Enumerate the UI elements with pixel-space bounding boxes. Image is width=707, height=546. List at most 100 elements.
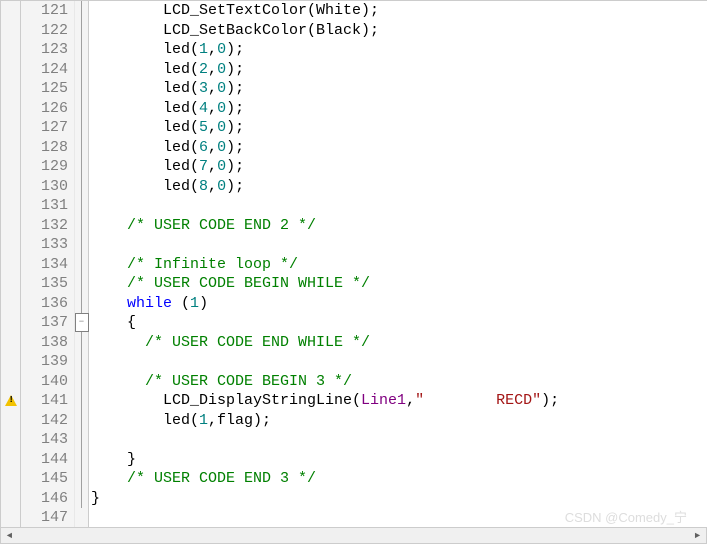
- code-line[interactable]: while (1): [89, 294, 707, 314]
- fold-guide: [75, 40, 89, 59]
- line-number: 145: [21, 469, 68, 489]
- code-line[interactable]: [89, 508, 707, 528]
- line-number: 132: [21, 216, 68, 236]
- code-line[interactable]: /* USER CODE BEGIN WHILE */: [89, 274, 707, 294]
- line-number: 137: [21, 313, 68, 333]
- code-line[interactable]: led(1,flag);: [89, 411, 707, 431]
- line-number: 131: [21, 196, 68, 216]
- code-line[interactable]: }: [89, 450, 707, 470]
- line-number-gutter: 1211221231241251261271281291301311321331…: [21, 1, 75, 527]
- bookmark-slot: [1, 274, 20, 294]
- code-line[interactable]: {: [89, 313, 707, 333]
- fold-guide: [75, 20, 89, 39]
- line-number: 125: [21, 79, 68, 99]
- code-line[interactable]: led(6,0);: [89, 138, 707, 158]
- line-number: 134: [21, 255, 68, 275]
- code-line[interactable]: LCD_DisplayStringLine(Line1," RECD");: [89, 391, 707, 411]
- code-line[interactable]: LCD_SetBackColor(Black);: [89, 21, 707, 41]
- code-line[interactable]: }: [89, 489, 707, 509]
- code-line[interactable]: LCD_SetTextColor(White);: [89, 1, 707, 21]
- fold-collapse-button[interactable]: −: [75, 313, 89, 333]
- bookmark-slot: [1, 372, 20, 392]
- fold-guide: [75, 449, 89, 468]
- line-number: 135: [21, 274, 68, 294]
- fold-guide: [75, 274, 89, 293]
- code-line[interactable]: /* USER CODE END WHILE */: [89, 333, 707, 353]
- scroll-track[interactable]: [18, 528, 689, 543]
- line-number: 130: [21, 177, 68, 197]
- bookmark-slot: [1, 40, 20, 60]
- code-line[interactable]: led(2,0);: [89, 60, 707, 80]
- code-line[interactable]: /* USER CODE END 2 */: [89, 216, 707, 236]
- bookmark-slot: [1, 60, 20, 80]
- line-number: 124: [21, 60, 68, 80]
- bookmark-slot: [1, 79, 20, 99]
- bookmark-slot: [1, 411, 20, 431]
- fold-guide: [75, 79, 89, 98]
- line-number: 133: [21, 235, 68, 255]
- bookmark-slot: [1, 235, 20, 255]
- bookmark-slot: [1, 352, 20, 372]
- bookmark-slot: [1, 255, 20, 275]
- line-number: 138: [21, 333, 68, 353]
- fold-guide: [75, 410, 89, 429]
- bookmark-slot: [1, 177, 20, 197]
- line-number: 140: [21, 372, 68, 392]
- line-number: 123: [21, 40, 68, 60]
- fold-guide: [75, 176, 89, 195]
- line-number: 136: [21, 294, 68, 314]
- bookmark-slot: [1, 313, 20, 333]
- bookmark-slot: [1, 294, 20, 314]
- line-number: 127: [21, 118, 68, 138]
- line-number: 144: [21, 450, 68, 470]
- code-area[interactable]: LCD_SetTextColor(White); LCD_SetBackColo…: [89, 1, 707, 527]
- fold-guide: [75, 137, 89, 156]
- fold-guide: [75, 488, 89, 507]
- bookmark-slot: [1, 508, 20, 528]
- fold-guide: [75, 118, 89, 137]
- code-line[interactable]: [89, 352, 707, 372]
- bookmark-slot: [1, 21, 20, 41]
- code-line[interactable]: led(8,0);: [89, 177, 707, 197]
- code-line[interactable]: [89, 196, 707, 216]
- scroll-left-button[interactable]: ◄: [1, 528, 18, 543]
- fold-guide: [75, 235, 89, 254]
- line-number: 141: [21, 391, 68, 411]
- code-line[interactable]: [89, 430, 707, 450]
- code-editor[interactable]: 1211221231241251261271281291301311321331…: [0, 0, 707, 527]
- fold-guide: [75, 157, 89, 176]
- code-line[interactable]: /* USER CODE BEGIN 3 */: [89, 372, 707, 392]
- code-line[interactable]: led(3,0);: [89, 79, 707, 99]
- line-number: 147: [21, 508, 68, 528]
- bookmark-slot: [1, 99, 20, 119]
- line-number: 146: [21, 489, 68, 509]
- code-line[interactable]: led(5,0);: [89, 118, 707, 138]
- fold-guide: [75, 98, 89, 117]
- fold-guide: [75, 352, 89, 371]
- line-number: 121: [21, 1, 68, 21]
- fold-guide: [75, 469, 89, 488]
- bookmark-slot: [1, 216, 20, 236]
- bookmark-slot: [1, 118, 20, 138]
- fold-guide: [75, 430, 89, 449]
- horizontal-scrollbar[interactable]: ◄ ►: [0, 527, 707, 544]
- bookmark-gutter: [1, 1, 21, 527]
- code-line[interactable]: led(1,0);: [89, 40, 707, 60]
- code-line[interactable]: led(4,0);: [89, 99, 707, 119]
- bookmark-slot: [1, 450, 20, 470]
- line-number: 126: [21, 99, 68, 119]
- bookmark-slot: [1, 430, 20, 450]
- code-line[interactable]: led(7,0);: [89, 157, 707, 177]
- code-line[interactable]: [89, 235, 707, 255]
- fold-guide: [75, 215, 89, 234]
- fold-gutter[interactable]: −: [75, 1, 89, 527]
- scroll-right-button[interactable]: ►: [689, 528, 706, 543]
- bookmark-slot: [1, 196, 20, 216]
- fold-guide: [75, 59, 89, 78]
- fold-guide: [75, 196, 89, 215]
- code-line[interactable]: /* Infinite loop */: [89, 255, 707, 275]
- warning-icon: [1, 391, 20, 411]
- fold-guide: [75, 391, 89, 410]
- bookmark-slot: [1, 157, 20, 177]
- code-line[interactable]: /* USER CODE END 3 */: [89, 469, 707, 489]
